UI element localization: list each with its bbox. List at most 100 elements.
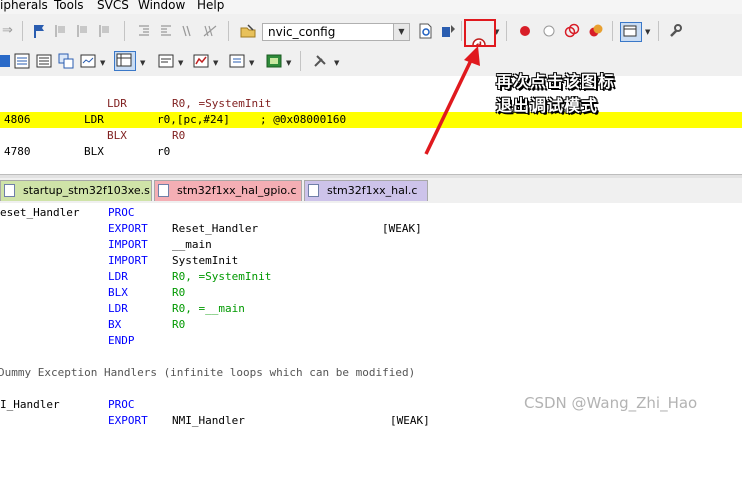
call-stack-icon[interactable] [80,53,96,69]
code-attribute: [WEAK] [390,414,430,427]
editor-tab-bar: startup_stm32f103xe.s stm32f1xx_hal_gpio… [0,178,742,204]
code-keyword: IMPORT [108,254,148,267]
code-operand: SystemInit [172,254,239,267]
menu-help[interactable]: Help [197,0,224,12]
disable-breakpoint-icon[interactable] [541,23,557,39]
instruction-op: BLX [84,145,104,158]
code-keyword: EXPORT [108,414,148,427]
instruction-op: BLX [107,129,127,142]
instruction-comment: ; @0x08000160 [260,113,347,126]
chevron-down-icon[interactable]: ▼ [286,59,291,67]
disassembly-line[interactable]: 4780 BLX r0 [0,144,742,160]
disassembly-line[interactable]: LDR R0, =SystemInit [0,96,742,112]
indent-icon[interactable] [136,23,152,39]
instruction-args: r0 [157,145,171,158]
disable-all-breakpoints-icon[interactable] [564,23,580,39]
code-label: I_Handler [0,398,60,411]
code-keyword: PROC [108,398,135,411]
breakpoint-icon[interactable] [517,23,533,39]
code-line: EXPORT NMI_Handler [WEAK] [0,413,742,429]
tab-startup-file[interactable]: startup_stm32f103xe.s [0,180,152,201]
code-line: BLX R0 [0,285,742,301]
menu-svcs[interactable]: SVCS [97,0,129,12]
disassembly-line[interactable]: BLX R0 [0,128,742,144]
kill-all-breakpoints-icon[interactable] [588,23,604,39]
toolbar-separator [300,51,301,71]
toolbar-separator [22,21,23,41]
code-comment: Dummy Exception Handlers (infinite loops… [0,366,416,379]
menu-tools[interactable]: Tools [54,0,84,12]
tab-label: startup_stm32f103xe.s [23,184,150,197]
annotation-arrow [424,46,480,155]
instruction-args: R0 [172,129,186,142]
code-keyword: LDR [108,302,128,315]
command-window-icon[interactable] [0,53,10,69]
chevron-down-icon[interactable]: ▼ [140,59,145,67]
instruction-addr: 4806 [4,113,31,126]
code-line: IMPORT SystemInit [0,253,742,269]
code-operand: __main [172,238,212,251]
chevron-down-icon[interactable]: ▼ [645,28,650,36]
chevron-down-icon[interactable]: ▼ [213,59,218,67]
code-line: ENDP [0,333,742,349]
build-toolbar: ⇒ nvic_config ▼ d ▼ ▼ [0,14,742,54]
chevron-down-icon[interactable]: ▼ [334,59,339,67]
code-line: LDR R0, =SystemInit [0,269,742,285]
incremental-find-icon[interactable] [440,23,456,39]
chevron-down-icon[interactable]: ▼ [100,59,105,67]
analysis-window-icon[interactable] [229,53,245,69]
code-operand: R0 [172,318,186,331]
code-editor[interactable]: eset_Handler PROC EXPORT Reset_Handler [… [0,203,742,427]
forward-arrow-icon[interactable]: ⇒ [2,23,18,39]
code-operand: R0 [172,286,186,299]
tab-hal-file[interactable]: stm32f1xx_hal.c [304,180,428,201]
chevron-down-icon[interactable]: ▼ [249,59,254,67]
chevron-down-icon[interactable]: ▼ [178,59,183,67]
trace-window-icon[interactable] [266,53,282,69]
chevron-down-icon[interactable]: ▼ [393,24,409,40]
toolbar-separator [124,21,125,41]
code-line: eset_Handler PROC [0,205,742,221]
annotation-text-line2: 退出调试模式 [496,96,599,115]
toolbox-icon[interactable] [312,53,328,69]
code-keyword: LDR [108,270,128,283]
comment-icon[interactable] [180,23,196,39]
unindent-icon[interactable] [158,23,174,39]
next-bookmark-icon[interactable] [76,23,92,39]
annotation-text-line1: 再次点击该图标 [496,72,616,91]
window-layout-icon[interactable] [620,22,642,42]
code-line: BX R0 [0,317,742,333]
target-select[interactable]: nvic_config ▼ [262,23,410,41]
tab-gpio-file[interactable]: stm32f1xx_hal_gpio.c [154,180,302,201]
wrench-icon[interactable] [667,23,683,39]
menu-window[interactable]: Window [138,0,185,12]
bookmark-flag-icon[interactable] [32,23,48,39]
menu-peripherals[interactable]: ipherals [0,0,48,12]
instruction-op: LDR [107,97,127,110]
find-icon[interactable] [418,23,434,39]
find-in-files-icon[interactable] [240,23,256,39]
clear-bookmarks-icon[interactable] [98,23,114,39]
toolbar-separator [461,21,462,41]
current-instruction-line[interactable]: 4806 LDR r0,[pc,#24] ; @0x08000160 [0,112,742,128]
prev-bookmark-icon[interactable] [54,23,70,39]
disassembly-window-icon[interactable] [14,53,30,69]
file-icon [158,184,169,197]
code-operand: NMI_Handler [172,414,245,427]
serial-window-icon[interactable] [193,53,209,69]
code-keyword: ENDP [108,334,135,347]
symbols-window-icon[interactable] [36,53,52,69]
watch-window-icon[interactable] [114,51,136,71]
memory-window-icon[interactable] [158,53,174,69]
code-line: LDR R0, =__main [0,301,742,317]
registers-window-icon[interactable] [58,53,74,69]
code-line: Dummy Exception Handlers (infinite loops… [0,365,742,381]
debug-window-toolbar: ▼ ▼ ▼ ▼ ▼ ▼ ▼ [0,46,742,77]
uncomment-icon[interactable] [202,23,218,39]
tab-label: stm32f1xx_hal.c [327,184,418,197]
instruction-args: r0,[pc,#24] [157,113,230,126]
code-operand: R0, =__main [172,302,245,315]
code-operand: R0, =SystemInit [172,270,272,283]
code-label: eset_Handler [0,206,80,219]
code-line: IMPORT __main [0,237,742,253]
